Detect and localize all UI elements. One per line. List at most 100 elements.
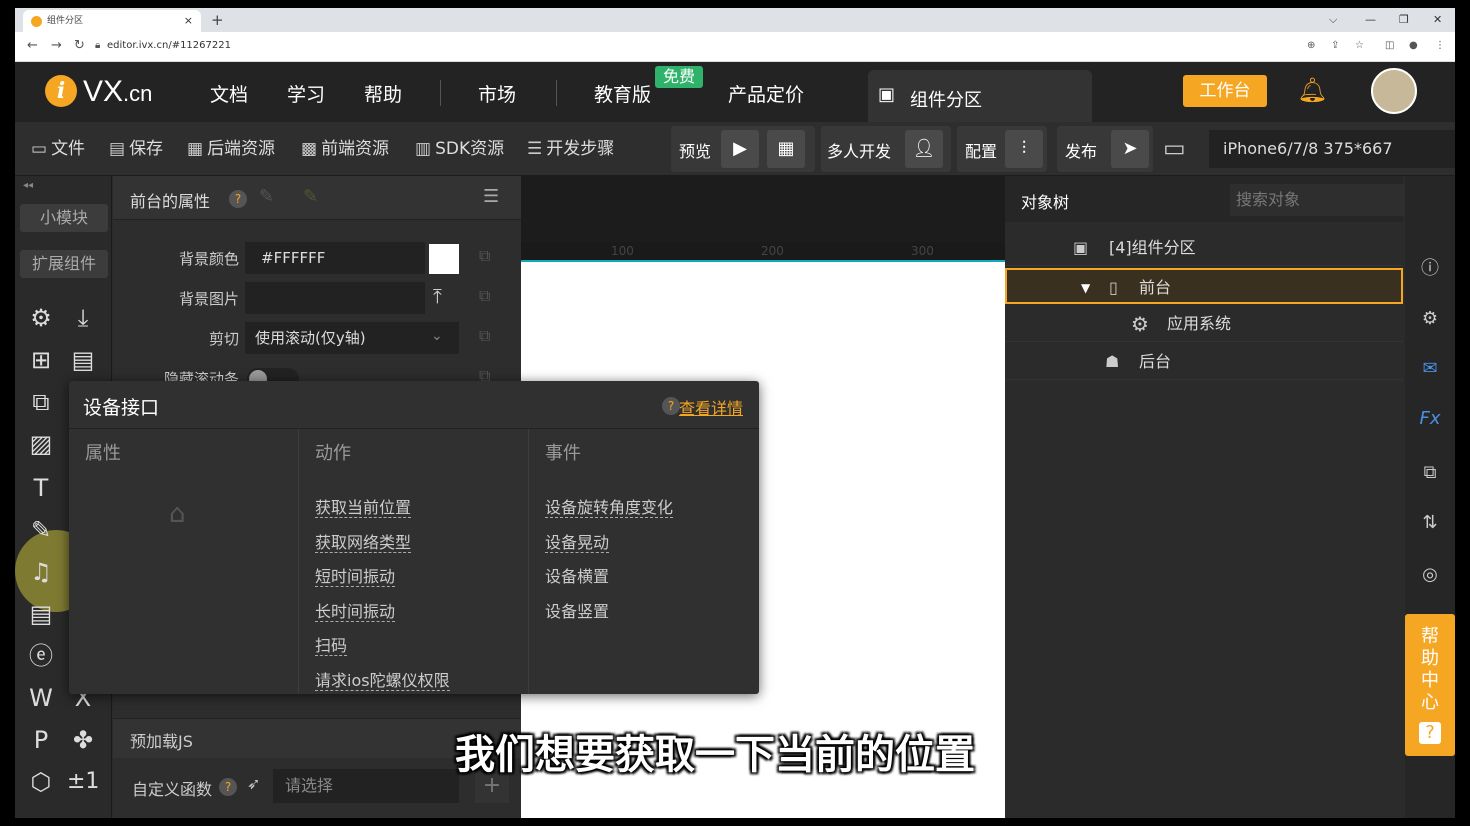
swap-icon[interactable]: ⇅ bbox=[1415, 508, 1445, 538]
back-icon[interactable]: ← bbox=[27, 38, 38, 53]
plus-minus-icon[interactable]: ±1 bbox=[67, 766, 99, 798]
view-details-link[interactable]: 查看详情 bbox=[679, 395, 743, 419]
forward-icon[interactable]: → bbox=[51, 38, 62, 53]
logo-icon[interactable]: i bbox=[45, 75, 77, 107]
action-item[interactable]: 短时间振动 bbox=[315, 560, 450, 595]
event-item[interactable]: 设备竖置 bbox=[545, 595, 673, 630]
edit-icon[interactable]: ✎ bbox=[25, 514, 57, 546]
bell-icon[interactable]: 🔔︎ bbox=[1297, 76, 1327, 104]
device-interface-icon[interactable]: ⧉ bbox=[25, 386, 57, 418]
function-icon[interactable]: Fx bbox=[1415, 404, 1445, 434]
help-icon[interactable]: ? bbox=[229, 190, 247, 208]
file-menu[interactable]: ▭ 文件 bbox=[31, 138, 85, 160]
image-icon[interactable]: ▨ bbox=[25, 428, 57, 460]
dev-steps[interactable]: ☰ 开发步骤 bbox=[527, 138, 614, 160]
color-swatch[interactable] bbox=[429, 244, 459, 274]
chart-icon[interactable]: ⬡ bbox=[25, 766, 57, 798]
expand-arrow-icon[interactable]: ▼ bbox=[1081, 270, 1090, 306]
add-page-icon[interactable]: ⊞ bbox=[25, 344, 57, 376]
edit-locked-icon[interactable]: ✎ bbox=[303, 186, 318, 207]
logo-text[interactable]: VX.cn bbox=[83, 76, 152, 110]
browser-tab[interactable]: 组件分区 × bbox=[23, 10, 201, 32]
gear-icon[interactable]: ⚙ bbox=[25, 302, 57, 334]
nav-pricing[interactable]: 产品定价 bbox=[728, 82, 804, 108]
menu-icon[interactable]: ⋮ bbox=[1435, 40, 1445, 51]
tree-node-app-system[interactable]: ⚙ 应用系统 bbox=[1005, 306, 1403, 342]
qrcode-icon[interactable]: ▦ bbox=[767, 130, 805, 168]
bg-color-input[interactable]: #FFFFFF bbox=[245, 242, 425, 274]
tree-node-backend[interactable]: ☗ 后台 bbox=[1005, 344, 1403, 380]
project-tab[interactable]: ▣ 组件分区 bbox=[868, 70, 1092, 122]
search-input[interactable]: 搜索对象 bbox=[1230, 184, 1418, 216]
browser-icon[interactable]: ⓔ bbox=[25, 640, 57, 672]
copy-icon[interactable]: ⧉ bbox=[1415, 458, 1445, 488]
download-icon[interactable]: ⤓ bbox=[67, 302, 99, 334]
text-icon[interactable]: T bbox=[25, 472, 57, 504]
settings-badge-icon[interactable]: ⚙ bbox=[1415, 304, 1445, 334]
tab-search-icon[interactable]: ⌵ bbox=[1329, 10, 1337, 30]
collapse-icon[interactable]: ◂◂ bbox=[23, 180, 33, 191]
avatar[interactable] bbox=[1371, 68, 1417, 114]
nav-education[interactable]: 教育版 bbox=[594, 82, 651, 108]
device-select[interactable]: iPhone6/7/8 375*667 bbox=[1209, 130, 1455, 168]
workbench-button[interactable]: 工作台 bbox=[1183, 75, 1267, 107]
small-module-button[interactable]: 小模块 bbox=[20, 204, 108, 232]
bg-image-input[interactable] bbox=[245, 282, 425, 314]
help-icon[interactable]: ? bbox=[219, 778, 237, 796]
action-item[interactable]: 扫码 bbox=[315, 629, 450, 664]
event-item[interactable]: 设备横置 bbox=[545, 560, 673, 595]
send-icon[interactable]: ➤ bbox=[1111, 130, 1149, 168]
action-item[interactable]: 获取当前位置 bbox=[315, 491, 450, 526]
copy-icon[interactable]: ⧉ bbox=[479, 326, 490, 346]
info-icon[interactable]: ⓘ bbox=[1415, 254, 1445, 284]
target-icon[interactable]: ◎ bbox=[1415, 560, 1445, 590]
nav-docs[interactable]: 文档 bbox=[210, 82, 248, 108]
menu-icon[interactable]: ☰ bbox=[483, 186, 499, 207]
layout-icon[interactable]: ▤ bbox=[67, 344, 99, 376]
word-icon[interactable]: W bbox=[25, 682, 57, 714]
new-tab-button[interactable]: + bbox=[211, 10, 224, 30]
extend-components-button[interactable]: 扩展组件 bbox=[20, 250, 108, 278]
device-icon[interactable]: ▭ bbox=[1163, 134, 1186, 162]
tab-close-icon[interactable]: × bbox=[184, 10, 193, 32]
zoom-icon[interactable]: ⊕ bbox=[1307, 40, 1315, 51]
tree-node-root[interactable]: ▣ [4]组件分区 bbox=[1005, 230, 1403, 266]
pointer-icon[interactable]: ➶ bbox=[247, 774, 260, 793]
event-item[interactable]: 设备旋转角度变化 bbox=[545, 491, 674, 526]
bookmark-star-icon[interactable]: ☆ bbox=[1355, 40, 1364, 51]
nav-learn[interactable]: 学习 bbox=[287, 82, 325, 108]
clip-select[interactable]: 使用滚动(仅y轴) bbox=[245, 322, 459, 354]
action-item[interactable]: 获取网络类型 bbox=[315, 526, 450, 561]
play-icon[interactable]: ▶ bbox=[721, 130, 759, 168]
reload-icon[interactable]: ↻ bbox=[74, 38, 85, 53]
backend-resources[interactable]: ▦ 后端资源 bbox=[187, 138, 275, 160]
sdk-resources[interactable]: ▥ SDK资源 bbox=[415, 138, 504, 160]
action-item[interactable]: 长时间振动 bbox=[315, 595, 450, 630]
copy-icon[interactable]: ⧉ bbox=[479, 286, 490, 306]
upload-icon[interactable]: ⤒ bbox=[433, 284, 442, 308]
chat-icon[interactable]: ✉ bbox=[1415, 354, 1445, 384]
user-icon[interactable]: 👤︎ bbox=[905, 130, 943, 168]
sidepanel-icon[interactable]: ◫ bbox=[1385, 40, 1394, 51]
maximize-icon[interactable]: ❐ bbox=[1399, 10, 1409, 30]
minimize-icon[interactable]: — bbox=[1365, 10, 1376, 30]
custom-fn-select[interactable]: 请选择 bbox=[273, 769, 459, 803]
edit-icon[interactable]: ✎ bbox=[259, 186, 274, 207]
music-icon[interactable]: ♫ bbox=[25, 556, 57, 588]
copy-icon[interactable]: ⧉ bbox=[479, 246, 490, 266]
share-icon[interactable]: ⇪ bbox=[1331, 40, 1339, 51]
frontend-resources[interactable]: ▩ 前端资源 bbox=[301, 138, 389, 160]
help-center-button[interactable]: 帮助中心 ? bbox=[1405, 614, 1455, 756]
ppt-icon[interactable]: P bbox=[25, 724, 57, 756]
nav-market[interactable]: 市场 bbox=[478, 82, 516, 108]
form-icon[interactable]: ▤ bbox=[25, 598, 57, 630]
puzzle-icon[interactable]: ✤ bbox=[67, 724, 99, 756]
tree-node-frontend[interactable]: ▼ ▯ 前台 bbox=[1005, 268, 1403, 304]
nav-help[interactable]: 帮助 bbox=[364, 82, 402, 108]
save-button[interactable]: ▤ 保存 bbox=[109, 138, 163, 160]
action-item[interactable]: 请求ios陀螺仪权限 bbox=[315, 664, 450, 699]
sliders-icon[interactable]: ⫶ bbox=[1005, 130, 1043, 168]
window-close-icon[interactable]: ✕ bbox=[1433, 10, 1442, 30]
profile-icon[interactable]: ● bbox=[1409, 40, 1418, 51]
url-field[interactable]: editor.ivx.cn/#11267221 bbox=[107, 40, 231, 51]
